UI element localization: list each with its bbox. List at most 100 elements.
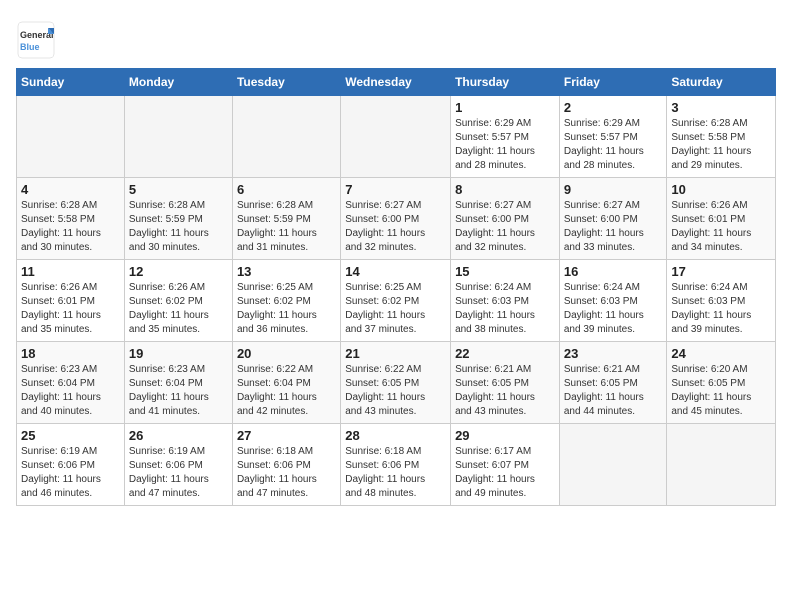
calendar-cell: 14 Sunrise: 6:25 AM Sunset: 6:02 PM Dayli… xyxy=(341,260,451,342)
day-number: 8 xyxy=(455,182,555,197)
day-info: Sunrise: 6:27 AM Sunset: 6:00 PM Dayligh… xyxy=(455,199,555,255)
calendar-cell xyxy=(232,96,340,178)
day-info: Sunrise: 6:21 AM Sunset: 6:05 PM Dayligh… xyxy=(564,363,663,419)
calendar-cell: 8 Sunrise: 6:27 AM Sunset: 6:00 PM Daylig… xyxy=(451,178,560,260)
day-info: Sunrise: 6:24 AM Sunset: 6:03 PM Dayligh… xyxy=(455,281,555,337)
calendar-table: SundayMondayTuesdayWednesdayThursdayFrid… xyxy=(16,68,776,506)
calendar-cell: 21Sunrise: 6:22 AM Sunset: 6:05 PM Dayli… xyxy=(341,342,451,424)
header: General Blue xyxy=(16,16,776,60)
day-info: Sunrise: 6:26 AM Sunset: 6:02 PM Dayligh… xyxy=(129,281,228,337)
calendar-cell: 12 Sunrise: 6:26 AM Sunset: 6:02 PM Dayli… xyxy=(124,260,232,342)
day-info: Sunrise: 6:18 AM Sunset: 6:06 PM Dayligh… xyxy=(237,445,336,501)
calendar-cell: 15 Sunrise: 6:24 AM Sunset: 6:03 PM Dayli… xyxy=(451,260,560,342)
calendar-cell: 23 Sunrise: 6:21 AM Sunset: 6:05 PM Dayli… xyxy=(559,342,667,424)
calendar-cell: 1 Sunrise: 6:29 AM Sunset: 5:57 PM Daylig… xyxy=(451,96,560,178)
day-number: 18 xyxy=(21,346,120,361)
calendar-cell xyxy=(341,96,451,178)
calendar-cell: 28 Sunrise: 6:18 AM Sunset: 6:06 PM Dayli… xyxy=(341,424,451,506)
calendar-week-row: 4 Sunrise: 6:28 AM Sunset: 5:58 PM Daylig… xyxy=(17,178,776,260)
day-number: 17 xyxy=(671,264,771,279)
day-info: Sunrise: 6:26 AM Sunset: 6:01 PM Dayligh… xyxy=(671,199,771,255)
calendar-cell: 10 Sunrise: 6:26 AM Sunset: 6:01 PM Dayli… xyxy=(667,178,776,260)
day-info: Sunrise: 6:27 AM Sunset: 6:00 PM Dayligh… xyxy=(345,199,446,255)
day-of-week-header: Sunday xyxy=(17,69,125,96)
day-number: 27 xyxy=(237,428,336,443)
calendar-cell: 26 Sunrise: 6:19 AM Sunset: 6:06 PM Dayli… xyxy=(124,424,232,506)
day-number: 12 xyxy=(129,264,228,279)
calendar-cell: 6 Sunrise: 6:28 AM Sunset: 5:59 PM Daylig… xyxy=(232,178,340,260)
day-info: Sunrise: 6:29 AM Sunset: 5:57 PM Dayligh… xyxy=(564,117,663,173)
day-number: 29 xyxy=(455,428,555,443)
day-number: 25 xyxy=(21,428,120,443)
day-info: Sunrise: 6:28 AM Sunset: 5:59 PM Dayligh… xyxy=(237,199,336,255)
calendar-cell: 24 Sunrise: 6:20 AM Sunset: 6:05 PM Dayli… xyxy=(667,342,776,424)
svg-text:Blue: Blue xyxy=(20,42,40,52)
day-number: 16 xyxy=(564,264,663,279)
calendar-cell: 29 Sunrise: 6:17 AM Sunset: 6:07 PM Dayli… xyxy=(451,424,560,506)
calendar-cell xyxy=(17,96,125,178)
day-of-week-header: Tuesday xyxy=(232,69,340,96)
calendar-cell: 2 Sunrise: 6:29 AM Sunset: 5:57 PM Daylig… xyxy=(559,96,667,178)
calendar-cell: 9Sunrise: 6:27 AM Sunset: 6:00 PM Daylig… xyxy=(559,178,667,260)
calendar-cell: 18Sunrise: 6:23 AM Sunset: 6:04 PM Dayli… xyxy=(17,342,125,424)
calendar-week-row: 25 Sunrise: 6:19 AM Sunset: 6:06 PM Dayli… xyxy=(17,424,776,506)
day-number: 28 xyxy=(345,428,446,443)
day-number: 11 xyxy=(21,264,120,279)
calendar-cell: 19 Sunrise: 6:23 AM Sunset: 6:04 PM Dayli… xyxy=(124,342,232,424)
calendar-cell: 22Sunrise: 6:21 AM Sunset: 6:05 PM Dayli… xyxy=(451,342,560,424)
calendar-cell: 3Sunrise: 6:28 AM Sunset: 5:58 PM Daylig… xyxy=(667,96,776,178)
day-info: Sunrise: 6:28 AM Sunset: 5:58 PM Dayligh… xyxy=(21,199,120,255)
day-number: 7 xyxy=(345,182,446,197)
calendar-week-row: 18 Sunrise: 6:23 AM Sunset: 6:04 PM Dayli… xyxy=(17,342,776,424)
day-info: Sunrise: 6:23 AM Sunset: 6:04 PM Dayligh… xyxy=(129,363,228,419)
day-number: 2 xyxy=(564,100,663,115)
day-info: Sunrise: 6:26 AM Sunset: 6:01 PM Dayligh… xyxy=(21,281,120,337)
day-info: Sunrise: 6:25 AM Sunset: 6:02 PM Dayligh… xyxy=(237,281,336,337)
day-info: Sunrise: 6:28 AM Sunset: 5:59 PM Dayligh… xyxy=(129,199,228,255)
day-of-week-header: Wednesday xyxy=(341,69,451,96)
day-number: 5 xyxy=(129,182,228,197)
calendar-cell: 11 Sunrise: 6:26 AM Sunset: 6:01 PM Dayli… xyxy=(17,260,125,342)
day-of-week-header: Friday xyxy=(559,69,667,96)
day-info: Sunrise: 6:25 AM Sunset: 6:02 PM Dayligh… xyxy=(345,281,446,337)
day-number: 26 xyxy=(129,428,228,443)
calendar-cell: 5 Sunrise: 6:28 AM Sunset: 5:59 PM Daylig… xyxy=(124,178,232,260)
day-info: Sunrise: 6:20 AM Sunset: 6:05 PM Dayligh… xyxy=(671,363,771,419)
calendar-cell: 7 Sunrise: 6:27 AM Sunset: 6:00 PM Daylig… xyxy=(341,178,451,260)
day-number: 10 xyxy=(671,182,771,197)
day-number: 19 xyxy=(129,346,228,361)
day-number: 15 xyxy=(455,264,555,279)
day-info: Sunrise: 6:24 AM Sunset: 6:03 PM Dayligh… xyxy=(564,281,663,337)
calendar-cell: 13Sunrise: 6:25 AM Sunset: 6:02 PM Dayli… xyxy=(232,260,340,342)
calendar-cell: 17 Sunrise: 6:24 AM Sunset: 6:03 PM Dayli… xyxy=(667,260,776,342)
day-info: Sunrise: 6:19 AM Sunset: 6:06 PM Dayligh… xyxy=(21,445,120,501)
calendar-cell: 25 Sunrise: 6:19 AM Sunset: 6:06 PM Dayli… xyxy=(17,424,125,506)
day-of-week-header: Saturday xyxy=(667,69,776,96)
calendar-week-row: 1 Sunrise: 6:29 AM Sunset: 5:57 PM Daylig… xyxy=(17,96,776,178)
calendar-cell: 16 Sunrise: 6:24 AM Sunset: 6:03 PM Dayli… xyxy=(559,260,667,342)
day-number: 24 xyxy=(671,346,771,361)
calendar-cell: 4 Sunrise: 6:28 AM Sunset: 5:58 PM Daylig… xyxy=(17,178,125,260)
day-info: Sunrise: 6:18 AM Sunset: 6:06 PM Dayligh… xyxy=(345,445,446,501)
calendar-week-row: 11 Sunrise: 6:26 AM Sunset: 6:01 PM Dayli… xyxy=(17,260,776,342)
day-of-week-header: Thursday xyxy=(451,69,560,96)
day-number: 6 xyxy=(237,182,336,197)
day-info: Sunrise: 6:21 AM Sunset: 6:05 PM Dayligh… xyxy=(455,363,555,419)
day-info: Sunrise: 6:19 AM Sunset: 6:06 PM Dayligh… xyxy=(129,445,228,501)
calendar-cell xyxy=(124,96,232,178)
day-info: Sunrise: 6:24 AM Sunset: 6:03 PM Dayligh… xyxy=(671,281,771,337)
day-info: Sunrise: 6:27 AM Sunset: 6:00 PM Dayligh… xyxy=(564,199,663,255)
day-number: 21 xyxy=(345,346,446,361)
day-info: Sunrise: 6:29 AM Sunset: 5:57 PM Dayligh… xyxy=(455,117,555,173)
day-number: 4 xyxy=(21,182,120,197)
day-number: 20 xyxy=(237,346,336,361)
day-number: 1 xyxy=(455,100,555,115)
calendar-cell: 20 Sunrise: 6:22 AM Sunset: 6:04 PM Dayli… xyxy=(232,342,340,424)
day-info: Sunrise: 6:22 AM Sunset: 6:04 PM Dayligh… xyxy=(237,363,336,419)
calendar-cell: 27 Sunrise: 6:18 AM Sunset: 6:06 PM Dayli… xyxy=(232,424,340,506)
day-number: 14 xyxy=(345,264,446,279)
calendar-cell xyxy=(667,424,776,506)
day-of-week-header: Monday xyxy=(124,69,232,96)
day-number: 23 xyxy=(564,346,663,361)
day-info: Sunrise: 6:17 AM Sunset: 6:07 PM Dayligh… xyxy=(455,445,555,501)
